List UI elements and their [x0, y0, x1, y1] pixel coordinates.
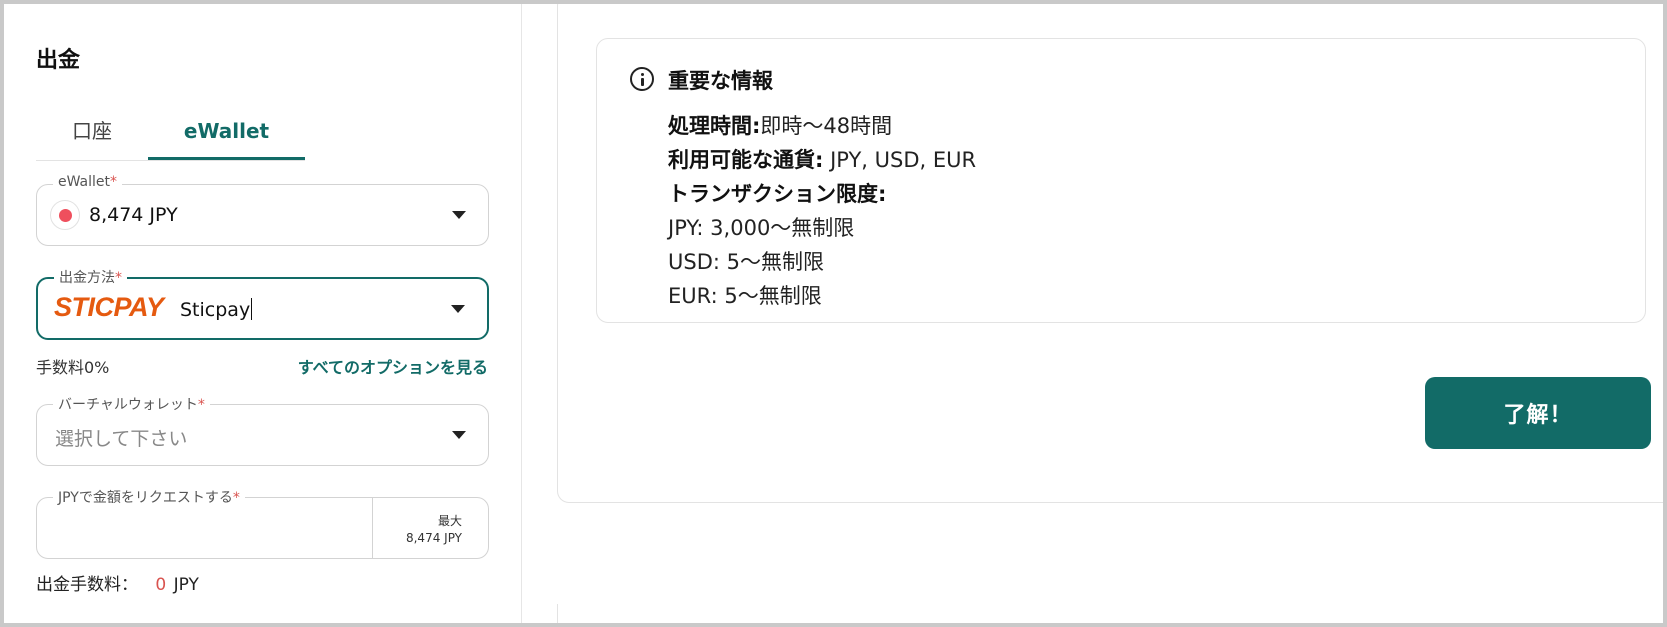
withdrawal-fee-unit: JPY — [173, 575, 199, 595]
virtual-wallet-select[interactable]: バーチャルウォレット* 選択して下さい — [36, 394, 489, 466]
virtual-wallet-label: バーチャルウォレット* — [53, 394, 210, 414]
limit-jpy-line: JPY: 3,000〜無制限 — [668, 216, 855, 240]
info-lines: 処理時間:即時〜48時間 利用可能な通貨: JPY, USD, EUR トランザ… — [668, 109, 976, 313]
withdrawal-fee-label: 出金手数料： — [36, 575, 138, 595]
sticpay-logo: STICPAY — [54, 292, 164, 322]
withdrawal-form-panel: 出金 口座 eWallet eWallet* 8,474 JPY 出金方法* S… — [4, 4, 522, 623]
text-cursor — [251, 298, 253, 320]
app-frame: 出金 口座 eWallet eWallet* 8,474 JPY 出金方法* S… — [4, 4, 1663, 623]
ok-button[interactable]: 了解！ — [1425, 377, 1651, 449]
divider — [557, 604, 558, 623]
payment-tabs: 口座 eWallet — [36, 102, 305, 160]
max-label: 最大 — [437, 514, 462, 528]
amount-field: JPYで金額をリクエストする* 最大 8,474 JPY — [36, 487, 489, 559]
ewallet-select[interactable]: eWallet* 8,474 JPY — [36, 174, 489, 246]
page-title: 出金 — [36, 48, 81, 73]
see-all-options-link[interactable]: すべてのオプションを見る — [298, 354, 488, 378]
withdrawal-method-select[interactable]: 出金方法* STICPAY Sticpay — [36, 267, 489, 340]
withdrawal-fee-amount: 0 — [155, 575, 167, 595]
chevron-down-icon[interactable] — [452, 211, 466, 219]
transaction-limit-line: トランザクション限度: — [668, 182, 887, 206]
currency-flag-icon — [50, 200, 80, 230]
info-title: 重要な情報 — [668, 69, 773, 93]
tabs-divider — [36, 160, 305, 161]
chevron-down-icon[interactable] — [452, 431, 466, 439]
max-amount-button[interactable]: 最大 8,474 JPY — [372, 498, 488, 558]
ewallet-label: eWallet* — [53, 174, 123, 190]
chevron-down-icon[interactable] — [451, 305, 465, 313]
withdrawal-method-value: Sticpay — [180, 298, 253, 321]
important-info-box: 重要な情報 処理時間:即時〜48時間 利用可能な通貨: JPY, USD, EU… — [596, 38, 1646, 323]
currencies-line: 利用可能な通貨: JPY, USD, EUR — [668, 148, 977, 172]
tab-account[interactable]: 口座 — [36, 102, 148, 160]
info-icon — [630, 67, 654, 91]
virtual-wallet-placeholder: 選択して下さい — [55, 428, 188, 450]
withdrawal-method-label: 出金方法* — [54, 267, 127, 287]
tab-ewallet[interactable]: eWallet — [148, 102, 305, 160]
max-value: 8,474 JPY — [405, 531, 462, 545]
limit-eur-line: EUR: 5〜無制限 — [668, 284, 822, 308]
limit-usd-line: USD: 5〜無制限 — [668, 250, 824, 274]
ewallet-selected-value: 8,474 JPY — [89, 204, 178, 226]
fee-rate-text: 手数料0% — [36, 358, 110, 377]
amount-input[interactable] — [38, 499, 372, 557]
withdrawal-fee: 出金手数料： 0 JPY — [36, 570, 199, 595]
processing-time-line: 処理時間:即時〜48時間 — [668, 114, 893, 138]
